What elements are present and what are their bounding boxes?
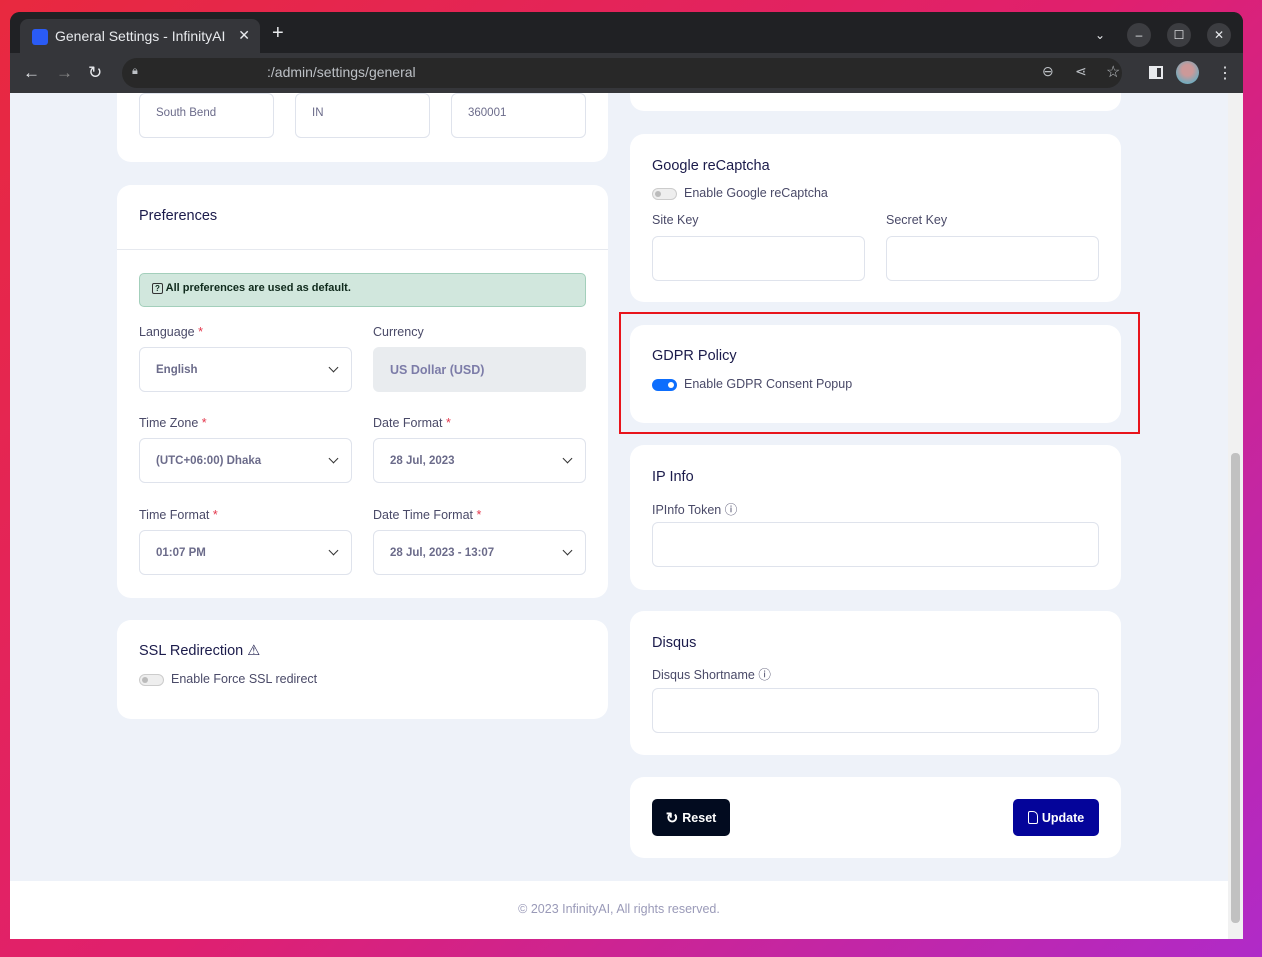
secret-key-label: Secret Key xyxy=(886,213,948,227)
menu-icon[interactable]: ⋮ xyxy=(1217,63,1233,83)
secret-key-input[interactable] xyxy=(886,236,1099,281)
info-icon[interactable]: ⓘ xyxy=(758,668,771,682)
date-format-value: 28 Jul, 2023 xyxy=(390,454,455,467)
maximize-icon[interactable]: ☐ xyxy=(1167,23,1191,47)
zoom-icon[interactable]: ⊖ xyxy=(1042,63,1054,80)
bookmark-star-icon[interactable]: ☆ xyxy=(1106,62,1120,82)
chevron-down-icon xyxy=(562,545,573,555)
ipinfo-title: IP Info xyxy=(652,469,694,485)
time-format-select[interactable]: 01:07 PM xyxy=(139,530,352,575)
address-bar[interactable]: 🔒︎ :/admin/settings/general ⊖ ⋖ ☆ xyxy=(122,58,1122,88)
date-format-label: Date Format xyxy=(373,416,443,430)
highlight-box xyxy=(619,312,1140,434)
tab-title: General Settings - InfinityAI xyxy=(55,28,226,44)
page-content: South Bend IN 360001 Preferences ? All p… xyxy=(10,93,1228,939)
time-format-label: Time Format xyxy=(139,508,210,522)
alert-text: All preferences are used as default. xyxy=(165,282,351,294)
scrollbar-thumb[interactable] xyxy=(1231,453,1240,923)
zip-input[interactable]: 360001 xyxy=(451,93,586,138)
reset-icon: ↻ xyxy=(665,809,679,827)
footer-text: © 2023 InfinityAI, All rights reserved. xyxy=(518,902,720,916)
question-icon: ? xyxy=(152,283,163,294)
disqus-shortname-label: Disqus Shortname xyxy=(652,668,755,682)
chevron-down-icon xyxy=(328,453,339,463)
city-input[interactable]: South Bend xyxy=(139,93,274,138)
disqus-shortname-input[interactable] xyxy=(652,688,1099,733)
reload-icon[interactable]: ↻ xyxy=(88,63,102,83)
site-key-input[interactable] xyxy=(652,236,865,281)
ssl-toggle[interactable] xyxy=(139,674,164,686)
required-mark: * xyxy=(198,325,203,339)
required-mark: * xyxy=(476,508,482,522)
language-select[interactable]: English xyxy=(139,347,352,392)
back-icon[interactable]: ← xyxy=(23,63,40,83)
chevron-down-icon xyxy=(328,545,339,555)
ipinfo-token-label: IPInfo Token xyxy=(652,503,722,517)
reset-label: Reset xyxy=(682,810,717,825)
preferences-title: Preferences xyxy=(139,208,218,224)
update-button[interactable]: Update xyxy=(1013,799,1099,836)
recaptcha-toggle[interactable] xyxy=(652,188,677,200)
browser-tab[interactable]: General Settings - InfinityAI ✕ xyxy=(20,19,260,53)
recaptcha-toggle-label: Enable Google reCaptcha xyxy=(684,186,828,200)
site-key-label: Site Key xyxy=(652,213,699,227)
datetime-format-value: 28 Jul, 2023 - 13:07 xyxy=(390,546,495,559)
url-text: :/admin/settings/general xyxy=(267,64,416,80)
chevron-down-icon xyxy=(562,453,573,463)
required-mark: * xyxy=(212,508,218,522)
timezone-value: (UTC+06:00) Dhaka xyxy=(156,454,262,467)
datetime-format-label: Date Time Format xyxy=(373,508,474,522)
language-label: Language xyxy=(139,325,195,339)
forward-icon[interactable]: → xyxy=(56,63,73,83)
required-mark: * xyxy=(201,416,207,430)
ipinfo-card: IP Info IPInfo Token ⓘ xyxy=(630,445,1121,590)
ipinfo-token-input[interactable] xyxy=(652,522,1099,567)
address-card: South Bend IN 360001 xyxy=(117,93,608,162)
browser-toolbar: ← → ↻ 🔒︎ :/admin/settings/general ⊖ ⋖ ☆ … xyxy=(10,53,1243,93)
date-format-select[interactable]: 28 Jul, 2023 xyxy=(373,438,586,483)
update-label: Update xyxy=(1041,810,1085,825)
side-panel-icon[interactable] xyxy=(1149,66,1163,79)
required-mark: * xyxy=(445,416,451,430)
preferences-card: Preferences ? All preferences are used a… xyxy=(117,185,608,598)
chevron-down-icon xyxy=(328,362,339,372)
datetime-format-select[interactable]: 28 Jul, 2023 - 13:07 xyxy=(373,530,586,575)
warning-icon: ⚠ xyxy=(247,643,261,659)
timezone-label: Time Zone xyxy=(139,416,199,430)
reset-button[interactable]: ↻ Reset xyxy=(652,799,730,836)
info-alert: ? All preferences are used as default. xyxy=(139,273,586,307)
time-format-value: 01:07 PM xyxy=(156,546,206,559)
browser-window: General Settings - InfinityAI ✕ + ⌄ – ☐ … xyxy=(10,12,1243,939)
recaptcha-title: Google reCaptcha xyxy=(652,158,770,174)
tab-bar: General Settings - InfinityAI ✕ + ⌄ – ☐ … xyxy=(10,12,1243,53)
minimize-icon[interactable]: – xyxy=(1127,23,1151,47)
file-icon xyxy=(1027,811,1038,824)
scrollbar[interactable] xyxy=(1228,93,1243,939)
new-tab-icon[interactable]: + xyxy=(272,22,284,45)
divider xyxy=(117,249,608,250)
country-input[interactable]: IN xyxy=(295,93,430,138)
disqus-title: Disqus xyxy=(652,635,697,651)
close-tab-icon[interactable]: ✕ xyxy=(238,27,250,44)
actions-card: ↻ Reset Update xyxy=(630,777,1121,858)
ssl-toggle-label: Enable Force SSL redirect xyxy=(171,672,318,686)
timezone-select[interactable]: (UTC+06:00) Dhaka xyxy=(139,438,352,483)
currency-label: Currency xyxy=(373,325,424,339)
ssl-card: SSL Redirection ⚠ Enable Force SSL redir… xyxy=(117,620,608,719)
recaptcha-card: Google reCaptcha Enable Google reCaptcha… xyxy=(630,134,1121,302)
ssl-title: SSL Redirection xyxy=(139,643,244,659)
share-icon[interactable]: ⋖ xyxy=(1075,63,1087,80)
lock-icon: 🔒︎ xyxy=(132,65,138,77)
top-card xyxy=(630,93,1121,111)
language-value: English xyxy=(156,363,198,376)
disqus-card: Disqus Disqus Shortname ⓘ xyxy=(630,611,1121,755)
favicon-icon xyxy=(32,29,48,45)
info-icon[interactable]: ⓘ xyxy=(725,503,738,517)
currency-input: US Dollar (USD) xyxy=(373,347,586,392)
avatar[interactable] xyxy=(1176,61,1199,84)
footer: © 2023 InfinityAI, All rights reserved. xyxy=(10,881,1228,939)
close-window-icon[interactable]: ✕ xyxy=(1207,23,1231,47)
tab-search-icon[interactable]: ⌄ xyxy=(1088,23,1112,47)
url-path: :/admin/settings/general xyxy=(267,64,416,80)
